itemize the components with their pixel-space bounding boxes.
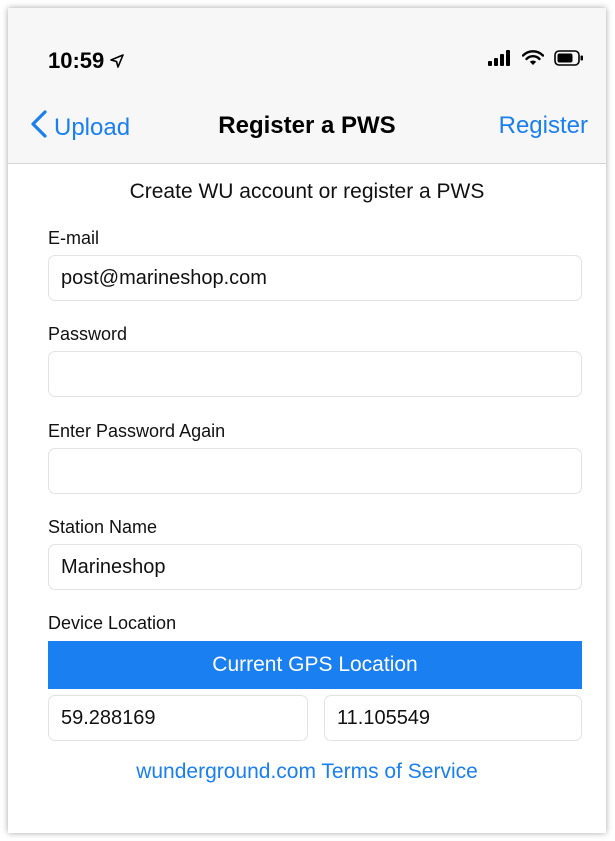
chevron-left-icon	[30, 110, 48, 145]
signal-icon	[488, 50, 512, 71]
form-subtitle: Create WU account or register a PWS	[129, 180, 485, 203]
status-time: 10:59	[48, 48, 125, 74]
password-again-label: Enter Password Again	[48, 421, 226, 441]
status-time-text: 10:59	[48, 48, 105, 73]
back-button-label: Upload	[54, 113, 131, 141]
wifi-icon	[521, 50, 545, 71]
latitude-field[interactable]	[48, 695, 308, 741]
status-icons	[488, 50, 584, 71]
register-button[interactable]: Register	[499, 112, 588, 140]
device-location-label: Device Location	[48, 613, 177, 633]
current-gps-location-button[interactable]: Current GPS Location	[48, 641, 582, 689]
station-name-field[interactable]	[48, 544, 582, 590]
password-again-field[interactable]	[48, 448, 582, 494]
email-field[interactable]	[48, 255, 582, 301]
password-field[interactable]	[48, 351, 582, 397]
password-label: Password	[48, 324, 128, 344]
email-label: E-mail	[48, 228, 100, 248]
station-name-label: Station Name	[48, 517, 158, 537]
phone-screen: 10:59 Upload Register a PWS Register Cre…	[8, 8, 606, 833]
battery-icon	[554, 50, 584, 71]
terms-of-service-link[interactable]: wunderground.com Terms of Service	[8, 760, 606, 784]
longitude-field[interactable]	[324, 695, 582, 741]
back-button[interactable]: Upload	[30, 110, 130, 145]
top-bar: 10:59 Upload Register a PWS Register	[8, 8, 606, 164]
location-arrow-icon	[110, 48, 125, 74]
